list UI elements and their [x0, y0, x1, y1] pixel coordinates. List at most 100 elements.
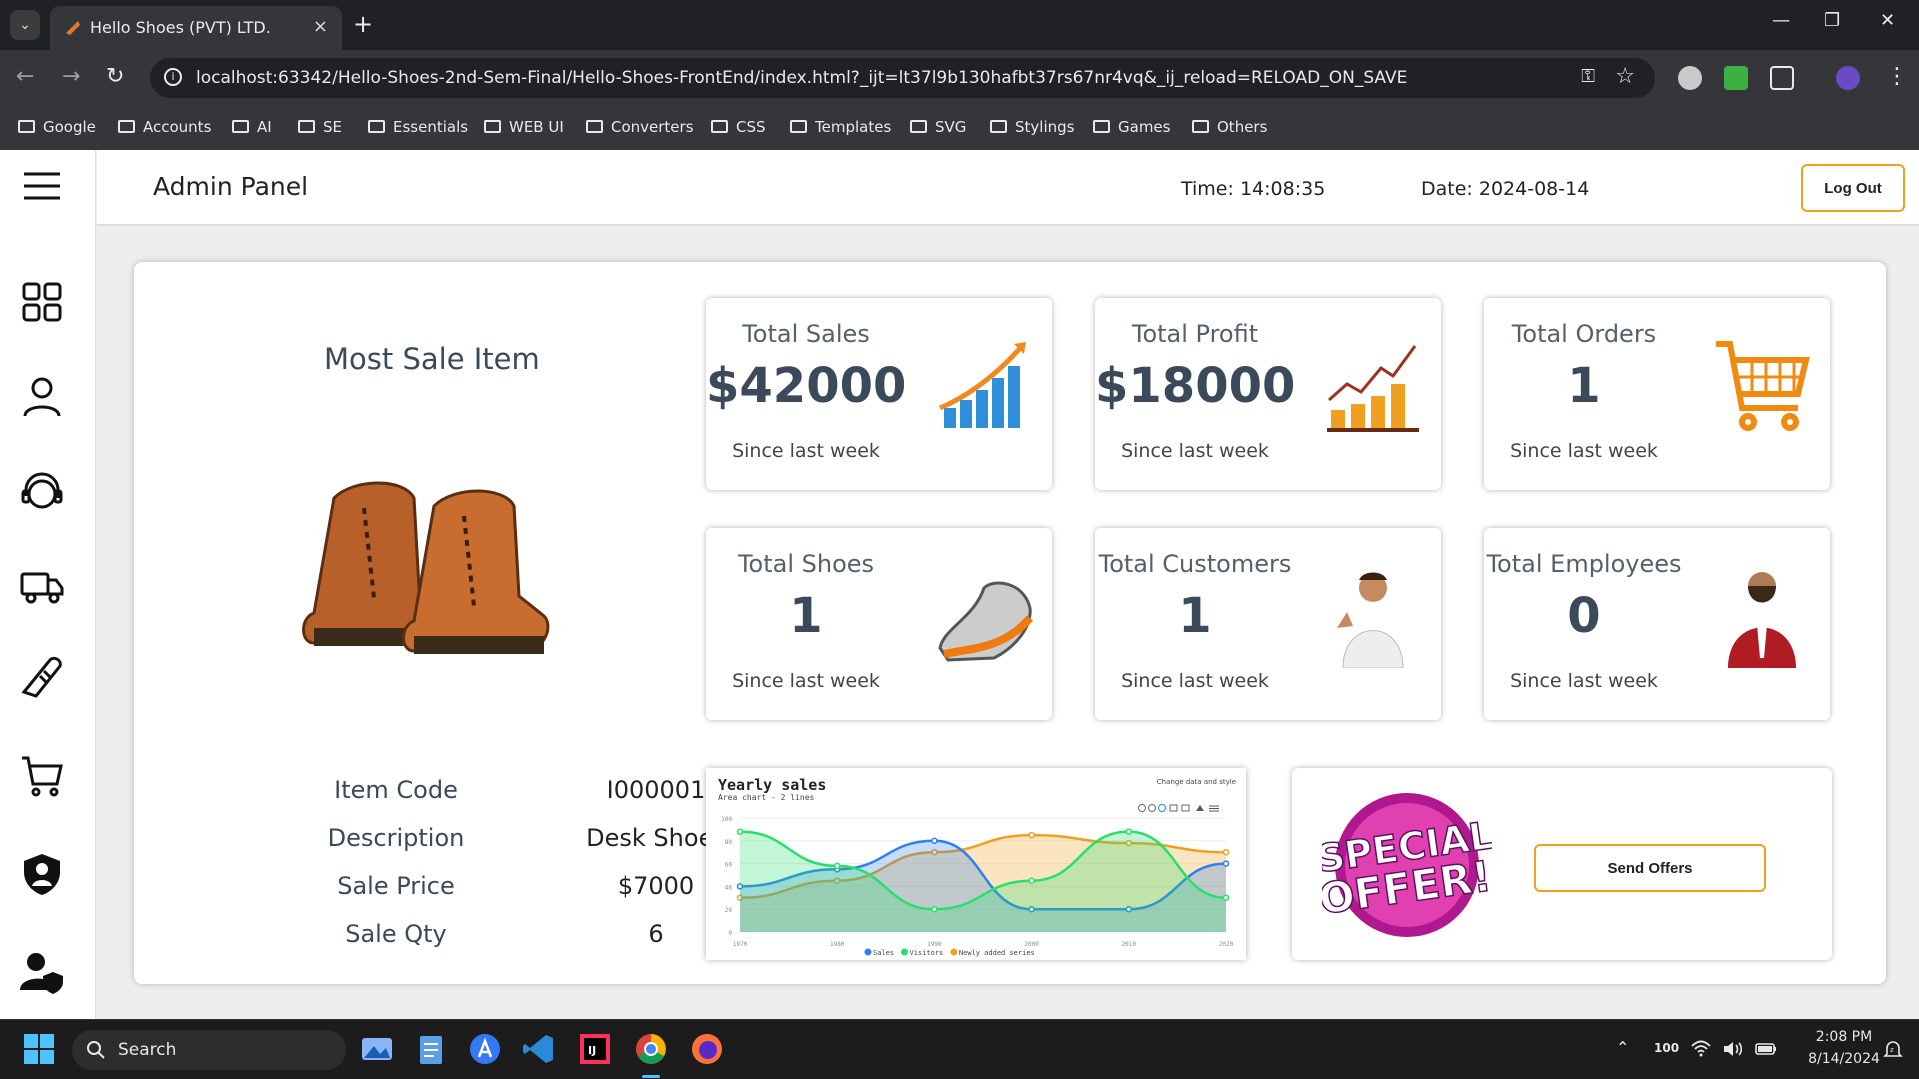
bookmark-folder[interactable]: SVG	[910, 118, 966, 136]
support-icon[interactable]	[20, 472, 64, 516]
restore-button[interactable]: ❐	[1824, 10, 1840, 31]
card-value: 1	[1178, 588, 1212, 644]
vscode-icon[interactable]	[522, 1032, 556, 1066]
favicon-icon	[66, 21, 80, 35]
page-title: Admin Panel	[153, 172, 309, 201]
hamburger-menu-icon[interactable]	[20, 164, 64, 208]
x-tick-label: 1970	[733, 941, 748, 948]
extension-shield-icon[interactable]	[1724, 66, 1748, 90]
shield-user-icon[interactable]	[20, 852, 64, 896]
x-tick-label: 2000	[1024, 941, 1039, 948]
y-tick-label: 40	[725, 884, 733, 891]
site-info-icon[interactable]: i	[164, 68, 182, 86]
bookmark-folder[interactable]: Converters	[586, 118, 694, 136]
data-point[interactable]	[1222, 848, 1230, 856]
card-subtitle: Since last week	[732, 440, 880, 462]
send-offers-button[interactable]: Send Offers	[1534, 844, 1766, 892]
customer-icon	[1337, 572, 1404, 668]
cart-icon	[1716, 341, 1810, 431]
clock-date[interactable]: 8/14/2024	[1800, 1051, 1888, 1067]
legend-label[interactable]: Visitors	[910, 949, 944, 957]
browser-tab-bar: ⌄ Hello Shoes (PVT) LTD. × + — ❐ ✕	[0, 0, 1919, 50]
home-icon[interactable]	[1196, 805, 1204, 811]
bookmark-folder[interactable]: CSS	[711, 118, 766, 136]
wifi-icon[interactable]	[1690, 1038, 1712, 1060]
reload-button[interactable]: ↻	[106, 64, 124, 89]
bookmark-folder[interactable]: AI	[232, 118, 272, 136]
notepad-app-icon[interactable]	[414, 1032, 448, 1066]
date-value: 2024-08-14	[1478, 178, 1590, 200]
zoom-in-icon[interactable]	[1138, 804, 1146, 812]
cart-icon[interactable]	[20, 754, 64, 798]
profile-avatar[interactable]	[1836, 66, 1860, 90]
pan-icon[interactable]	[1181, 804, 1190, 812]
address-bar[interactable]: i localhost:63342/Hello-Shoes-2nd-Sem-Fi…	[150, 58, 1655, 98]
close-window-button[interactable]: ✕	[1880, 10, 1895, 31]
bookmark-star-icon[interactable]: ☆	[1615, 64, 1635, 89]
search-icon[interactable]	[1158, 804, 1166, 812]
app-store-icon[interactable]	[468, 1032, 502, 1066]
select-icon[interactable]	[1169, 804, 1178, 812]
bookmark-folder[interactable]: SE	[298, 118, 342, 136]
bookmark-folder[interactable]: Stylings	[990, 118, 1074, 136]
data-point[interactable]	[1222, 894, 1230, 902]
password-key-icon[interactable]: ⚿	[1581, 66, 1595, 87]
data-point[interactable]	[833, 862, 841, 870]
minimize-button[interactable]: —	[1772, 10, 1790, 31]
chart-toolbox[interactable]	[1138, 804, 1220, 812]
zoom-out-icon[interactable]	[1148, 804, 1156, 812]
data-point[interactable]	[1125, 828, 1133, 835]
data-point[interactable]	[931, 837, 938, 845]
user-icon[interactable]	[20, 374, 64, 418]
y-tick-label: 100	[721, 816, 732, 823]
new-tab-button[interactable]: +	[353, 10, 373, 38]
chart-toolbox-label[interactable]: Change data and style	[1157, 778, 1236, 786]
bookmark-folder[interactable]: Templates	[790, 118, 891, 136]
clock-time[interactable]: 2:08 PM	[1800, 1029, 1888, 1045]
data-point[interactable]	[1028, 877, 1035, 884]
extensions-puzzle-icon[interactable]	[1770, 66, 1794, 90]
bookmark-folder[interactable]: Google	[18, 118, 96, 136]
battery-icon[interactable]	[1754, 1038, 1778, 1060]
extension-eyes-icon[interactable]	[1678, 66, 1702, 90]
forward-button[interactable]: →	[62, 64, 80, 89]
bookmark-folder[interactable]: Others	[1192, 118, 1267, 136]
grid-icon[interactable]	[20, 280, 64, 324]
chrome-icon[interactable]	[634, 1032, 668, 1066]
legend-label[interactable]: Sales	[873, 949, 894, 957]
bookmark-folder[interactable]: WEB UI	[484, 118, 564, 136]
bookmark-folder[interactable]: Essentials	[368, 118, 468, 136]
data-point[interactable]	[1222, 860, 1230, 867]
bookmark-folder[interactable]: Accounts	[118, 118, 211, 136]
menu-icon[interactable]	[1209, 805, 1219, 812]
browser-tab[interactable]: Hello Shoes (PVT) LTD. ×	[50, 6, 342, 50]
intellij-icon[interactable]: IJ	[578, 1032, 612, 1066]
browser-menu-icon[interactable]: ⋮	[1886, 64, 1908, 89]
logout-button[interactable]: Log Out	[1801, 164, 1905, 212]
taskbar-search[interactable]: Search	[72, 1030, 346, 1070]
tab-search-button[interactable]: ⌄	[10, 10, 40, 40]
notification-bell-icon[interactable]: z	[1882, 1038, 1904, 1060]
data-point[interactable]	[1028, 831, 1035, 839]
volume-icon[interactable]	[1722, 1038, 1744, 1060]
tab-title: Hello Shoes (PVT) LTD.	[90, 18, 271, 37]
legend-marker	[950, 948, 958, 956]
back-button[interactable]: ←	[16, 64, 34, 89]
folder-icon	[790, 120, 807, 133]
tray-overflow-icon[interactable]: ⌃	[1616, 1038, 1629, 1057]
photos-app-icon[interactable]	[360, 1032, 394, 1066]
windows-start-icon[interactable]	[22, 1032, 56, 1066]
tab-close-icon[interactable]: ×	[313, 16, 328, 37]
chart-subtitle: Area chart - 2 lines	[718, 793, 815, 802]
page-header: Admin Panel Time: 14:08:35 Date: 2024-08…	[97, 150, 1919, 226]
legend-label[interactable]: Newly added series	[959, 949, 1035, 957]
firefox-icon[interactable]	[690, 1032, 724, 1066]
special-offer-badge: SPECIAL OFFER!	[1322, 793, 1492, 937]
bookmark-folder[interactable]: Games	[1093, 118, 1170, 136]
truck-icon[interactable]	[20, 564, 64, 608]
shoe-icon[interactable]	[20, 654, 64, 698]
user-shield-icon[interactable]	[20, 950, 64, 994]
data-point[interactable]	[931, 905, 938, 913]
data-point[interactable]	[736, 828, 744, 835]
total-sales-card: Total Sales $42000 Since last week	[706, 298, 1052, 490]
